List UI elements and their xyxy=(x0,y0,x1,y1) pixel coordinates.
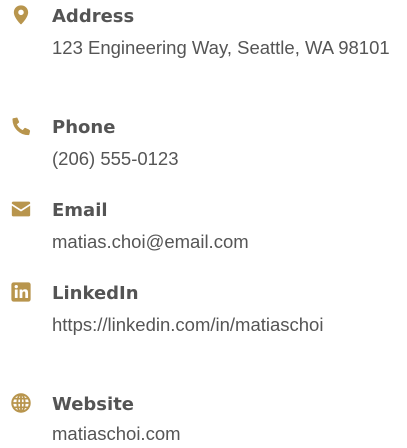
contact-info-list: Address 123 Engineering Way, Seattle, WA… xyxy=(0,0,407,448)
phone-label: Phone xyxy=(52,117,116,138)
email-value[interactable]: matias.choi@email.com xyxy=(52,228,404,256)
website-value[interactable]: matiaschoi.com xyxy=(52,420,404,448)
address-label: Address xyxy=(52,6,135,27)
linkedin-label: LinkedIn xyxy=(52,283,139,304)
email-label: Email xyxy=(52,200,108,221)
globe-icon xyxy=(10,392,32,414)
website-label: Website xyxy=(52,394,135,415)
linkedin-icon xyxy=(10,281,32,303)
envelope-icon xyxy=(10,198,32,220)
map-marker-icon xyxy=(10,4,32,26)
address-value: 123 Engineering Way, Seattle, WA 98101 xyxy=(52,37,390,58)
linkedin-value[interactable]: https://linkedin.com/in/matiaschoi xyxy=(52,311,404,339)
phone-icon xyxy=(10,115,32,137)
phone-value: (206) 555-0123 xyxy=(52,148,179,169)
